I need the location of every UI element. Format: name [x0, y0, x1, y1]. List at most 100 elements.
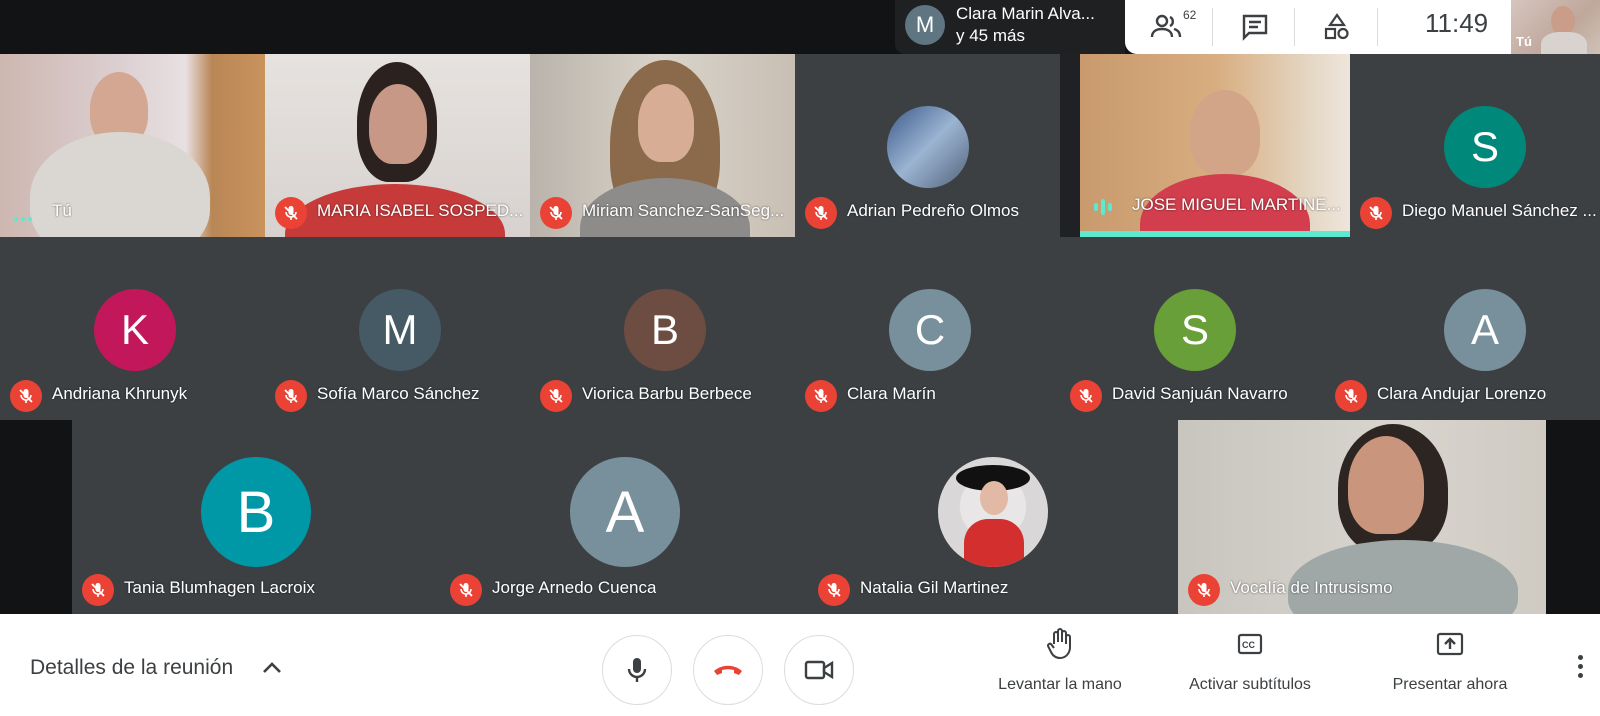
activities-icon[interactable]: [1320, 10, 1354, 44]
mic-off-icon: [540, 197, 572, 229]
present-now-label: Presentar ahora: [1392, 676, 1508, 693]
hand-icon: [1044, 628, 1076, 660]
mic-off-icon: [275, 197, 307, 229]
mic-off-icon: [818, 574, 850, 606]
participant-avatar: A: [1444, 289, 1526, 371]
meeting-details-button[interactable]: Detalles de la reunión: [30, 656, 233, 680]
people-icon[interactable]: [1149, 10, 1183, 44]
microphone-icon: [627, 658, 647, 682]
participant-tile[interactable]: MARIA ISABEL SOSPED...: [265, 54, 530, 237]
mic-off-icon: [540, 380, 572, 412]
speaking-indicator: [14, 217, 32, 221]
people-count: 62: [1183, 8, 1197, 22]
camera-button[interactable]: [784, 635, 854, 705]
participant-tile[interactable]: S David Sanjuán Navarro: [1060, 237, 1325, 420]
participant-tile[interactable]: S Diego Manuel Sánchez ...: [1350, 54, 1600, 237]
participant-name: Clara Marín: [847, 384, 936, 403]
mic-off-icon: [1070, 380, 1102, 412]
participant-tile[interactable]: Miriam Sanchez-SanSeg...: [530, 54, 795, 237]
row-gutter: [1546, 420, 1600, 614]
participant-face: [1190, 90, 1260, 176]
chat-icon[interactable]: [1238, 10, 1272, 44]
clock: 11:49: [1425, 8, 1489, 38]
participant-tile[interactable]: A Clara Andujar Lorenzo: [1325, 237, 1600, 420]
microphone-button[interactable]: [602, 635, 672, 705]
more-options-icon[interactable]: [1572, 648, 1588, 684]
presenter-more: y 45 más: [956, 26, 1025, 45]
presenter-chip[interactable]: M Clara Marin Alva... y 45 más: [895, 0, 1125, 54]
participant-tile[interactable]: K Andriana Khrunyk: [0, 237, 265, 420]
participant-avatar: K: [94, 289, 176, 371]
participant-name: Tú: [52, 201, 72, 220]
mic-off-icon: [1335, 380, 1367, 412]
participant-avatar: M: [359, 289, 441, 371]
raise-hand-button[interactable]: Levantar la mano: [990, 614, 1130, 716]
presenter-avatar: M: [905, 5, 945, 45]
participant-name: Viorica Barbu Berbece: [582, 384, 752, 403]
captions-label: Activar subtítulos: [1189, 676, 1311, 693]
participant-name: Tania Blumhagen Lacroix: [124, 578, 315, 597]
participant-tile[interactable]: B Tania Blumhagen Lacroix: [72, 420, 440, 614]
camera-icon: [804, 660, 834, 680]
bottom-bar: Detalles de la reunión Levantar la mano …: [0, 614, 1600, 716]
participant-avatar: A: [570, 457, 680, 567]
participant-name: Clara Andujar Lorenzo: [1377, 384, 1547, 403]
participant-tile[interactable]: A Jorge Arnedo Cuenca: [440, 420, 808, 614]
participant-tile[interactable]: B Viorica Barbu Berbece: [530, 237, 795, 420]
svg-text:CC: CC: [1242, 640, 1255, 650]
captions-button[interactable]: CC Activar subtítulos: [1175, 614, 1325, 716]
participant-face: [1348, 436, 1424, 534]
closed-captions-icon: CC: [1234, 628, 1266, 660]
divider: [1212, 8, 1213, 46]
participant-name: JOSE MIGUEL MARTINE...: [1132, 195, 1341, 214]
participant-name: Diego Manuel Sánchez ...: [1402, 201, 1597, 220]
mic-off-icon: [450, 574, 482, 606]
meet-stage: M Clara Marin Alva... y 45 más 62 11:49 …: [0, 0, 1600, 716]
participant-photo-avatar: [887, 106, 969, 188]
participant-name: Miriam Sanchez-SanSeg...: [582, 201, 785, 220]
participant-tile[interactable]: M Sofía Marco Sánchez: [265, 237, 530, 420]
participant-photo-avatar: [938, 457, 1048, 567]
participant-avatar: S: [1444, 106, 1526, 188]
participant-avatar: C: [889, 289, 971, 371]
top-info-panel: 62 11:49: [1125, 0, 1511, 54]
participant-avatar: B: [624, 289, 706, 371]
participant-name: Jorge Arnedo Cuenca: [492, 578, 657, 597]
self-body: [1541, 32, 1587, 54]
participant-tile[interactable]: Natalia Gil Martinez: [808, 420, 1178, 614]
participant-name: Adrian Pedreño Olmos: [847, 201, 1019, 220]
divider: [1377, 8, 1378, 46]
mic-off-icon: [805, 380, 837, 412]
speaking-indicator: [1094, 199, 1112, 215]
hang-up-icon: [714, 665, 742, 675]
participant-face: [638, 84, 694, 162]
chevron-up-icon[interactable]: [262, 660, 282, 679]
self-view-label: Tú: [1516, 34, 1532, 49]
mic-off-icon: [805, 197, 837, 229]
mic-off-icon: [1188, 574, 1220, 606]
jacket-shape: [964, 519, 1024, 567]
present-screen-icon: [1434, 628, 1466, 660]
presenter-name: Clara Marin Alva...: [956, 4, 1095, 23]
mic-off-icon: [1360, 197, 1392, 229]
participant-tile-speaking[interactable]: JOSE MIGUEL MARTINE...: [1080, 54, 1350, 237]
mic-off-icon: [82, 574, 114, 606]
participant-tile[interactable]: C Clara Marín: [795, 237, 1060, 420]
participant-name: MARIA ISABEL SOSPED...: [317, 201, 524, 220]
participant-tile[interactable]: Adrian Pedreño Olmos: [795, 54, 1060, 237]
participant-avatar: B: [201, 457, 311, 567]
participant-name: Natalia Gil Martinez: [860, 578, 1009, 597]
face-shape: [980, 481, 1008, 515]
self-view-thumbnail[interactable]: Tú: [1511, 0, 1600, 54]
participant-tile[interactable]: Tú: [0, 54, 265, 237]
end-call-button[interactable]: [693, 635, 763, 705]
divider: [1294, 8, 1295, 46]
raise-hand-label: Levantar la mano: [998, 676, 1122, 693]
mic-off-icon: [275, 380, 307, 412]
mic-off-icon: [10, 380, 42, 412]
present-now-button[interactable]: Presentar ahora: [1380, 614, 1520, 716]
participant-face: [369, 84, 427, 164]
participant-avatar: S: [1154, 289, 1236, 371]
row-gutter: [0, 420, 72, 614]
participant-tile[interactable]: Vocalía de Intrusismo: [1178, 420, 1546, 614]
